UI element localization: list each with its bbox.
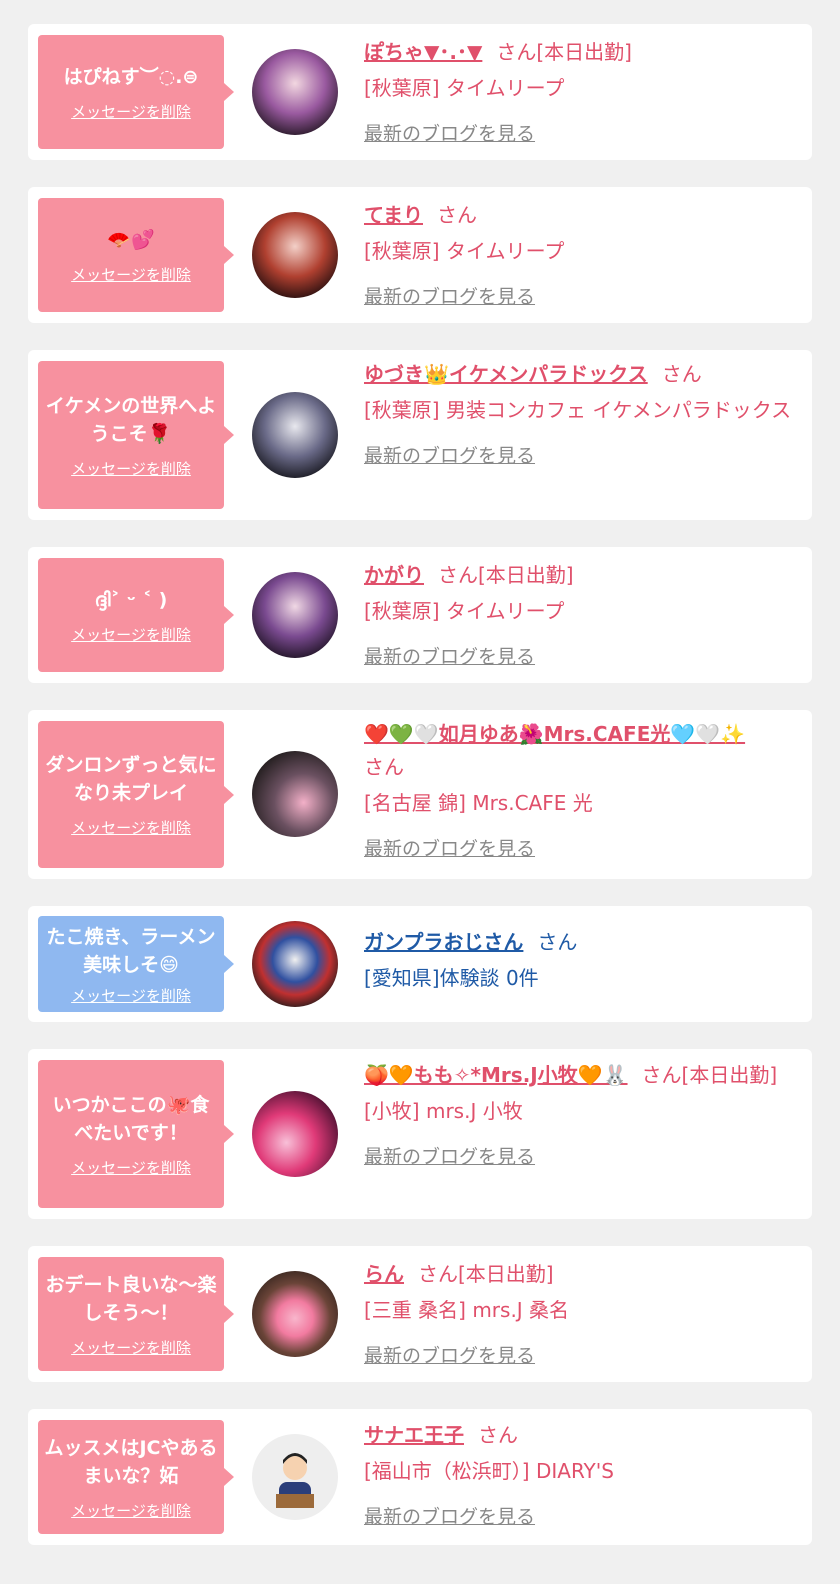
avatar[interactable] (252, 1271, 338, 1357)
delete-message-link[interactable]: メッセージを削除 (71, 1500, 191, 1521)
san-suffix: さん (437, 203, 477, 227)
delete-message-link[interactable]: メッセージを削除 (71, 101, 191, 122)
profile-info: サナエ王子 さん [福山市（松浜町）] DIARY'S 最新のブログを見る (364, 1419, 794, 1529)
delete-message-link[interactable]: メッセージを削除 (71, 458, 191, 479)
san-suffix: さん[本日出勤] (496, 40, 632, 64)
delete-message-link[interactable]: メッセージを削除 (71, 624, 191, 645)
message-text: 🪭💕 (107, 228, 155, 251)
profile-info: てまり さん [秋葉原] タイムリープ 最新のブログを見る (364, 199, 794, 309)
list-item: おデート良いな〜楽しそう〜！ メッセージを削除 らん さん[本日出勤] [三重 桑… (28, 1246, 812, 1382)
san-suffix: さん (537, 930, 578, 954)
message-text: おデート良いな〜楽しそう〜！ (45, 1273, 217, 1324)
message-bubble: おデート良いな〜楽しそう〜！ メッセージを削除 (38, 1257, 234, 1371)
message-text: いつかここの🐙食べたいです！ (52, 1093, 210, 1144)
list-item: ムッスメはJCやあるまいな？妬 メッセージを削除 サナエ王子 さん [福山市（松浜… (28, 1409, 812, 1545)
profile-info: 🍑🧡もも✧*Mrs.J小牧🧡🐰 さん[本日出勤] [小牧] mrs.J 小牧 最新… (364, 1059, 794, 1169)
list-item: イケメンの世界へようこそ🌹 メッセージを削除 ゆづき👑イケメンパラドックス さん … (28, 350, 812, 520)
profile-info: ぽちゃ▼･.･▼ さん[本日出勤] [秋葉原] タイムリープ 最新のブログを見る (364, 36, 794, 146)
profile-name-link[interactable]: かがり (364, 563, 424, 587)
latest-blog-link[interactable]: 最新のブログを見る (364, 119, 794, 146)
profile-name-link[interactable]: サナエ王子 (364, 1423, 464, 1447)
latest-blog-link[interactable]: 最新のブログを見る (364, 834, 794, 861)
message-bubble: ദ്ദി˃ ᵕ ˂ ) メッセージを削除 (38, 558, 234, 672)
profile-name-link[interactable]: ガンプラおじさん (364, 930, 523, 954)
shop-name: [秋葉原] タイムリープ (364, 76, 565, 100)
delete-message-link[interactable]: メッセージを削除 (71, 264, 191, 285)
list-item: 🪭💕 メッセージを削除 てまり さん [秋葉原] タイムリープ 最新のブログを見る (28, 187, 812, 323)
message-text: たこ焼き、ラーメン美味しそ😄 (46, 925, 216, 976)
message-text: ムッスメはJCやあるまいな？妬 (44, 1436, 218, 1487)
avatar[interactable] (252, 1434, 338, 1520)
message-bubble: はぴねす︶◌.⊜ メッセージを削除 (38, 35, 234, 149)
profile-info: ❤️💚🤍如月ゆあ🌺Mrs.CAFE光🩵🤍✨ さん [名古屋 錦] Mrs.CAFE… (364, 718, 794, 861)
delete-message-link[interactable]: メッセージを削除 (71, 1157, 191, 1178)
message-text: ダンロンずっと気になり未プレイ (45, 754, 217, 804)
san-suffix: さん[本日出勤] (418, 1262, 554, 1286)
shop-name: [福山市（松浜町）] DIARY'S (364, 1459, 614, 1483)
san-suffix: さん (364, 755, 404, 779)
avatar[interactable] (252, 751, 338, 837)
latest-blog-link[interactable]: 最新のブログを見る (364, 441, 794, 468)
shop-name: [秋葉原] タイムリープ (364, 239, 565, 263)
message-bubble: 🪭💕 メッセージを削除 (38, 198, 234, 312)
profile-name-link[interactable]: ぽちゃ▼･.･▼ (364, 40, 482, 64)
profile-info: ゆづき👑イケメンパラドックス さん [秋葉原] 男装コンカフェ イケメンパラドック… (364, 358, 794, 468)
san-suffix: さん (661, 362, 702, 386)
list-item: はぴねす︶◌.⊜ メッセージを削除 ぽちゃ▼･.･▼ さん[本日出勤] [秋葉原]… (28, 24, 812, 160)
profile-name-link[interactable]: 🍑🧡もも✧*Mrs.J小牧🧡🐰 (364, 1063, 628, 1087)
list-item: ダンロンずっと気になり未プレイ メッセージを削除 ❤️💚🤍如月ゆあ🌺Mrs.CA… (28, 710, 812, 879)
latest-blog-link[interactable]: 最新のブログを見る (364, 1502, 794, 1529)
san-suffix: さん[本日出勤] (641, 1063, 778, 1087)
latest-blog-link[interactable]: 最新のブログを見る (364, 1142, 794, 1169)
avatar[interactable] (252, 49, 338, 135)
avatar[interactable] (252, 212, 338, 298)
list-item: いつかここの🐙食べたいです！ メッセージを削除 🍑🧡もも✧*Mrs.J小牧🧡🐰 さ… (28, 1049, 812, 1219)
message-text: はぴねす︶◌.⊜ (63, 65, 199, 88)
profile-info: かがり さん[本日出勤] [秋葉原] タイムリープ 最新のブログを見る (364, 559, 794, 669)
profile-info: ガンプラおじさん さん [愛知県]体験談 0件 (364, 926, 794, 995)
profile-name-link[interactable]: ❤️💚🤍如月ゆあ🌺Mrs.CAFE光🩵🤍✨ (364, 722, 745, 746)
list-item: ദ്ദി˃ ᵕ ˂ ) メッセージを削除 かがり さん[本日出勤] [秋葉原] タ… (28, 547, 812, 683)
profile-name-link[interactable]: てまり (364, 203, 423, 227)
shop-name: [名古屋 錦] Mrs.CAFE 光 (364, 791, 593, 815)
message-text: ദ്ദി˃ ᵕ ˂ ) (94, 588, 168, 611)
delete-message-link[interactable]: メッセージを削除 (71, 817, 191, 838)
latest-blog-link[interactable]: 最新のブログを見る (364, 1341, 794, 1368)
avatar[interactable] (252, 1091, 338, 1177)
avatar[interactable] (252, 572, 338, 658)
san-suffix: さん[本日出勤] (438, 563, 574, 587)
latest-blog-link[interactable]: 最新のブログを見る (364, 642, 794, 669)
person-icon (276, 1453, 314, 1508)
message-bubble: ダンロンずっと気になり未プレイ メッセージを削除 (38, 721, 234, 868)
profile-info: らん さん[本日出勤] [三重 桑名] mrs.J 桑名 最新のブログを見る (364, 1258, 794, 1368)
shop-name: [愛知県]体験談 0件 (364, 966, 539, 990)
message-bubble: ムッスメはJCやあるまいな？妬 メッセージを削除 (38, 1420, 234, 1534)
shop-name: [小牧] mrs.J 小牧 (364, 1099, 523, 1123)
delete-message-link[interactable]: メッセージを削除 (71, 1337, 191, 1358)
message-bubble: イケメンの世界へようこそ🌹 メッセージを削除 (38, 361, 234, 509)
shop-name: [三重 桑名] mrs.J 桑名 (364, 1298, 570, 1322)
message-list: はぴねす︶◌.⊜ メッセージを削除 ぽちゃ▼･.･▼ さん[本日出勤] [秋葉原]… (0, 0, 840, 1545)
profile-name-link[interactable]: らん (364, 1262, 404, 1286)
delete-message-link[interactable]: メッセージを削除 (71, 985, 191, 1006)
shop-name: [秋葉原] 男装コンカフェ イケメンパラドックス (364, 398, 792, 422)
latest-blog-link[interactable]: 最新のブログを見る (364, 282, 794, 309)
avatar[interactable] (252, 392, 338, 478)
shop-name: [秋葉原] タイムリープ (364, 599, 565, 623)
message-text: イケメンの世界へようこそ🌹 (45, 394, 217, 445)
list-item: たこ焼き、ラーメン美味しそ😄 メッセージを削除 ガンプラおじさん さん [愛知県]… (28, 906, 812, 1022)
message-bubble: たこ焼き、ラーメン美味しそ😄 メッセージを削除 (38, 916, 234, 1012)
message-bubble: いつかここの🐙食べたいです！ メッセージを削除 (38, 1060, 234, 1208)
profile-name-link[interactable]: ゆづき👑イケメンパラドックス (364, 362, 648, 386)
avatar[interactable] (252, 921, 338, 1007)
san-suffix: さん (478, 1423, 518, 1447)
